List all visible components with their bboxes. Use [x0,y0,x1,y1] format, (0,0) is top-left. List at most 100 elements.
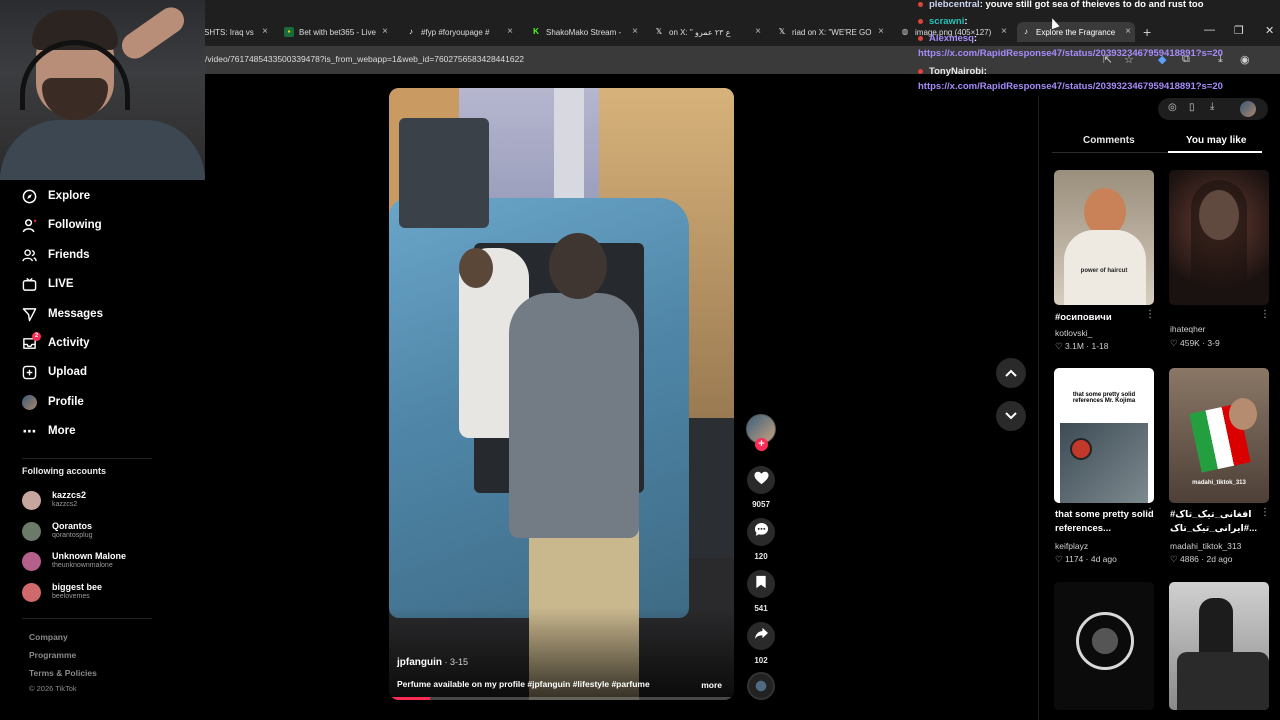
chat-link[interactable]: https://x.com/RapidResponse47/status/203… [918,48,1223,59]
video-author[interactable]: jpfanguin · 3-15 [397,657,468,668]
url-field[interactable]: /video/7617485433500339478?is_from_webap… [205,54,524,64]
close-tab-icon[interactable]: × [382,26,388,37]
close-tab-icon[interactable]: × [1125,26,1131,37]
video-caption[interactable]: that some pretty solid references... [1055,508,1155,536]
close-tab-icon[interactable]: × [507,26,513,37]
suggested-video-thumbnail[interactable]: power of haircut [1054,170,1154,305]
phone-icon[interactable]: ▯ [1189,102,1195,113]
music-disc-icon[interactable] [747,672,775,700]
more-button[interactable]: more [701,680,722,690]
like-count: 9057 [752,500,770,509]
author-name[interactable]: jpfanguin [397,657,442,668]
account-name: Qorantos [52,521,93,531]
suggested-video-thumbnail[interactable] [1169,582,1269,710]
comment-count: 120 [754,552,768,561]
chat-link[interactable]: https://x.com/RapidResponse47/status/203… [918,81,1223,92]
nav-item-profile[interactable]: Profile [22,392,84,412]
follow-plus-icon[interactable]: + [755,438,768,451]
video-progress-bar[interactable] [389,697,734,700]
account-handle: qorantosplug [52,532,93,539]
video-stats: ♡ 459K · 3-9 [1170,338,1220,348]
following-account-item[interactable]: kazzcs2 kazzcs2 [22,488,192,514]
nav-divider [22,618,152,619]
close-tab-icon[interactable]: × [878,26,884,37]
nav-item-live[interactable]: LIVE [22,274,74,294]
restore-icon[interactable]: ❐ [1234,24,1244,37]
suggested-video-thumbnail[interactable]: that some pretty solid references Mr. Ko… [1054,368,1154,503]
more-options-icon[interactable]: ⋮ [1260,507,1270,518]
browser-tab-active[interactable]: ♪ Explore the Fragrance × [1017,22,1135,42]
chat-username: scrawni [929,16,965,27]
more-options-icon[interactable]: ⋮ [1145,507,1155,518]
chat-badge-icon [918,35,923,41]
window-close-icon[interactable]: ✕ [1265,24,1274,37]
close-tab-icon[interactable]: × [262,26,268,37]
video-stats: ♡ 4886 · 2d ago [1170,554,1233,564]
save-button[interactable] [747,570,775,598]
comment-button[interactable] [747,518,775,546]
post-date: 2d ago [1206,554,1233,564]
following-account-item[interactable]: Unknown Malone theunknownmalone [22,549,192,575]
next-video-button[interactable] [996,401,1026,431]
browser-tab[interactable]: ♪ #fyp #foryoupage # × [402,22,517,42]
like-button[interactable] [747,466,775,494]
nav-item-explore[interactable]: Explore [22,186,90,206]
video-caption[interactable]: #осиповичи [1055,311,1155,325]
nav-label: LIVE [48,278,74,290]
video-creator[interactable]: madahi_tiktok_313 [1170,541,1241,551]
avatar [22,491,41,510]
send-icon [22,307,37,322]
nav-label: Following [48,219,102,231]
browser-tab[interactable]: K ShakoMako Stream - × [527,22,642,42]
profile-icon[interactable]: ◉ [1240,53,1250,66]
new-tab-icon[interactable]: + [1143,24,1151,40]
share-button[interactable] [747,622,775,650]
following-account-item[interactable]: Qorantos qorantosplug [22,519,192,545]
browser-tab[interactable]: SHTS: Iraq vs × [200,22,272,42]
footer-link-programme[interactable]: Programme [29,650,76,660]
nav-item-friends[interactable]: Friends [22,245,90,265]
video-creator[interactable]: keifplayz [1055,541,1088,551]
video-person-head [549,233,607,299]
tab-comments[interactable]: Comments [1083,135,1135,146]
video-stats: ♡ 1174 · 4d ago [1055,554,1117,564]
suggested-video-thumbnail[interactable] [1169,170,1269,305]
tab-you-may-like[interactable]: You may like [1186,135,1246,146]
chat-text: : [973,33,978,44]
suggested-video-thumbnail[interactable] [1054,582,1154,710]
nav-item-upload[interactable]: Upload [22,362,87,382]
like-count: 1174 [1065,554,1084,564]
speed-icon[interactable]: ◎ [1168,102,1177,113]
avatar[interactable] [1240,101,1256,117]
browser-tab[interactable]: 𝕏 on X: " ع ٢٣ عمرو × [650,22,765,42]
browser-tab[interactable]: ▪ Bet with bet365 - Live × [280,22,392,42]
video-creator[interactable]: kotlovski_ [1055,328,1092,338]
browser-tab[interactable]: 𝕏 riad on X: "WE'RE GO × [773,22,888,42]
previous-video-button[interactable] [996,358,1026,388]
video-creator[interactable]: ihateqher [1170,324,1205,334]
nav-item-following[interactable]: Following [22,215,102,235]
close-tab-icon[interactable]: × [632,26,638,37]
video-player[interactable]: jpfanguin · 3-15 Perfume available on my… [389,88,734,700]
thumb-image [1060,423,1148,503]
close-tab-icon[interactable]: × [755,26,761,37]
nav-item-messages[interactable]: Messages [22,304,103,324]
download-icon[interactable]: ⤓ [1210,101,1214,112]
bet365-icon: ▪ [284,27,294,37]
nav-item-activity[interactable]: 2 Activity [22,331,90,353]
following-account-item[interactable]: biggest bee beelovemes [22,580,192,606]
footer-link-terms[interactable]: Terms & Policies [29,668,97,678]
footer-link-company[interactable]: Company [29,632,68,642]
save-count: 541 [754,604,768,613]
avatar [22,583,41,602]
suggested-video-thumbnail[interactable]: madahi_tiktok_313 [1169,368,1269,503]
video-progress-fill [389,697,431,700]
more-options-icon[interactable]: ⋮ [1260,309,1270,320]
thumb-car [1177,652,1269,710]
close-tab-icon[interactable]: × [1001,26,1007,37]
video-caption[interactable]: #افغانی_تیک_تاک #ایرانی_تیک_تاک... [1170,508,1270,536]
more-options-icon[interactable]: ⋮ [1145,309,1155,320]
heart-outline-icon: ♡ [1170,338,1178,348]
minimize-icon[interactable]: — [1204,24,1215,36]
nav-item-more[interactable]: ⋯ More [22,421,76,441]
